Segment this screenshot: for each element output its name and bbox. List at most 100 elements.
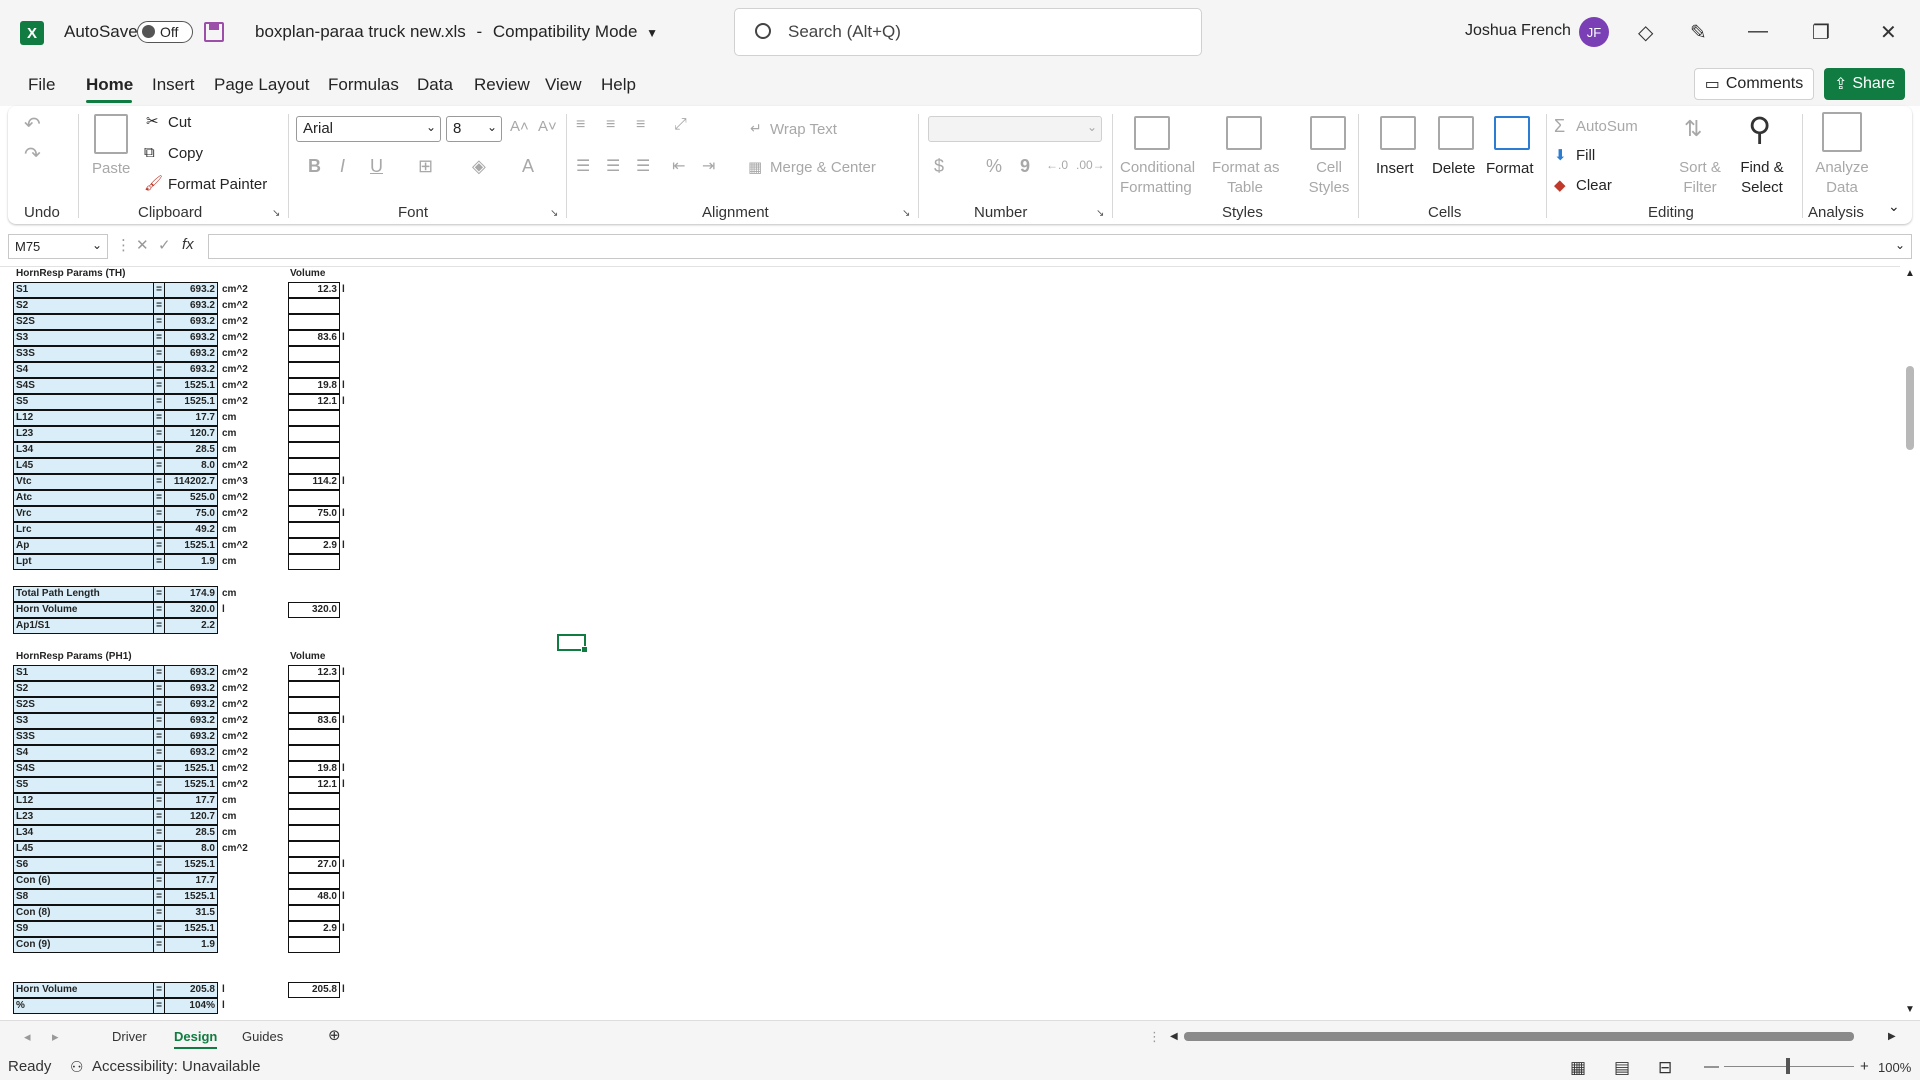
unit-cell[interactable]: cm^2 [222, 681, 248, 697]
param-label-cell[interactable]: L34 [13, 442, 154, 458]
param-value-cell[interactable]: 1525.1 [164, 889, 218, 905]
autosave-toggle[interactable]: Off [137, 21, 193, 43]
volume-unit-cell[interactable]: l [342, 330, 345, 346]
enter-icon[interactable]: ✓ [158, 236, 171, 254]
param-value-cell[interactable]: 693.2 [164, 665, 218, 681]
unit-cell[interactable]: l [222, 982, 225, 998]
merge-center-button[interactable]: Merge & Center [770, 159, 876, 176]
unit-cell[interactable]: cm^2 [222, 378, 248, 394]
redo-icon[interactable]: ↷ [24, 142, 41, 167]
param-label-cell[interactable]: L12 [13, 410, 154, 426]
tab-data[interactable]: Data [417, 75, 453, 95]
format-cells-button[interactable]: Format [1486, 160, 1534, 177]
unit-cell[interactable]: cm^2 [222, 841, 248, 857]
cancel-icon[interactable]: ✕ [136, 236, 149, 254]
param-value-cell[interactable]: 120.7 [164, 809, 218, 825]
volume-cell[interactable]: 75.0 [288, 506, 340, 522]
param-label-cell[interactable]: Horn Volume [13, 982, 154, 998]
volume-cell[interactable] [288, 841, 340, 857]
param-label-cell[interactable]: L34 [13, 825, 154, 841]
unit-cell[interactable]: cm^2 [222, 665, 248, 681]
align-bottom-icon[interactable]: ≡ [636, 116, 645, 134]
vertical-scroll-thumb[interactable] [1906, 366, 1914, 450]
font-size-select[interactable]: 8 ⌄ [446, 116, 502, 142]
unit-cell[interactable]: cm [222, 442, 236, 458]
volume-unit-cell[interactable]: l [342, 777, 345, 793]
percent-button[interactable]: % [986, 156, 1002, 177]
volume-cell[interactable] [288, 793, 340, 809]
unit-cell[interactable]: cm [222, 426, 236, 442]
param-label-cell[interactable]: S8 [13, 889, 154, 905]
paste-icon[interactable] [94, 114, 128, 154]
unit-cell[interactable]: cm^2 [222, 506, 248, 522]
increase-decimal-icon[interactable]: ←.0 [1046, 158, 1068, 172]
param-label-cell[interactable]: Ap1/S1 [13, 618, 154, 634]
volume-cell[interactable] [288, 458, 340, 474]
param-value-cell[interactable]: 8.0 [164, 841, 218, 857]
zoom-out-icon[interactable]: — [1704, 1058, 1719, 1075]
volume-unit-cell[interactable]: l [342, 713, 345, 729]
param-label-cell[interactable]: Lrc [13, 522, 154, 538]
page-layout-view-icon[interactable]: ▤ [1614, 1058, 1630, 1078]
param-label-cell[interactable]: Con (6) [13, 873, 154, 889]
align-center-icon[interactable]: ☰ [606, 156, 620, 176]
cell-styles-button[interactable]: Cell Styles [1296, 158, 1362, 198]
tab-page-layout[interactable]: Page Layout [214, 75, 309, 95]
param-label-cell[interactable]: S2S [13, 314, 154, 330]
volume-unit-cell[interactable]: l [342, 282, 345, 298]
volume-cell[interactable]: 114.2 [288, 474, 340, 490]
volume-cell[interactable] [288, 426, 340, 442]
param-label-cell[interactable]: S1 [13, 665, 154, 681]
fill-button[interactable]: Fill [1576, 147, 1595, 164]
param-value-cell[interactable]: 693.2 [164, 298, 218, 314]
volume-cell[interactable] [288, 697, 340, 713]
volume-cell[interactable] [288, 314, 340, 330]
search-box[interactable]: Search (Alt+Q) [734, 8, 1202, 56]
tab-view[interactable]: View [545, 75, 582, 95]
param-value-cell[interactable]: 693.2 [164, 362, 218, 378]
param-value-cell[interactable]: 1525.1 [164, 857, 218, 873]
vertical-scrollbar[interactable]: ▲ ▼ [1900, 266, 1920, 1018]
volume-cell[interactable]: 19.8 [288, 761, 340, 777]
volume-unit-cell[interactable]: l [342, 474, 345, 490]
avatar[interactable]: JF [1579, 17, 1609, 47]
paste-button[interactable]: Paste [92, 160, 130, 177]
param-value-cell[interactable]: 693.2 [164, 346, 218, 362]
param-value-cell[interactable]: 114202.7 [164, 474, 218, 490]
param-label-cell[interactable]: S3S [13, 346, 154, 362]
param-value-cell[interactable]: 693.2 [164, 282, 218, 298]
dialog-launcher-icon[interactable]: ↘ [1096, 208, 1104, 219]
volume-cell[interactable]: 2.9 [288, 538, 340, 554]
volume-cell[interactable]: 320.0 [288, 602, 340, 618]
volume-cell[interactable] [288, 825, 340, 841]
unit-cell[interactable]: cm^2 [222, 458, 248, 474]
volume-unit-cell[interactable]: l [342, 982, 345, 998]
param-label-cell[interactable]: Lpt [13, 554, 154, 570]
find-select-button[interactable]: Find & Select [1730, 158, 1794, 198]
currency-button[interactable]: $ [934, 156, 944, 177]
volume-unit-cell[interactable]: l [342, 394, 345, 410]
volume-cell[interactable] [288, 298, 340, 314]
unit-cell[interactable]: cm^2 [222, 745, 248, 761]
volume-unit-cell[interactable]: l [342, 378, 345, 394]
tab-help[interactable]: Help [601, 75, 636, 95]
file-title[interactable]: boxplan-paraa truck new.xls - Compatibil… [255, 22, 658, 42]
param-label-cell[interactable]: Con (9) [13, 937, 154, 953]
volume-cell[interactable]: 19.8 [288, 378, 340, 394]
dialog-launcher-icon[interactable]: ↘ [550, 208, 558, 219]
volume-cell[interactable]: 12.3 [288, 282, 340, 298]
param-label-cell[interactable]: S9 [13, 921, 154, 937]
comments-button[interactable]: ▭ Comments [1694, 68, 1814, 100]
tab-scroll-right-icon[interactable]: ▸ [52, 1029, 59, 1045]
bold-button[interactable]: B [308, 156, 321, 177]
user-name[interactable]: Joshua French [1465, 22, 1571, 40]
delete-cells-button[interactable]: Delete [1432, 160, 1475, 177]
clear-button[interactable]: Clear [1576, 177, 1612, 194]
volume-cell[interactable] [288, 873, 340, 889]
param-label-cell[interactable]: S4 [13, 362, 154, 378]
insert-function-button[interactable]: fx [182, 236, 194, 253]
param-value-cell[interactable]: 28.5 [164, 825, 218, 841]
unit-cell[interactable]: cm^2 [222, 729, 248, 745]
param-value-cell[interactable]: 1525.1 [164, 394, 218, 410]
param-value-cell[interactable]: 17.7 [164, 873, 218, 889]
